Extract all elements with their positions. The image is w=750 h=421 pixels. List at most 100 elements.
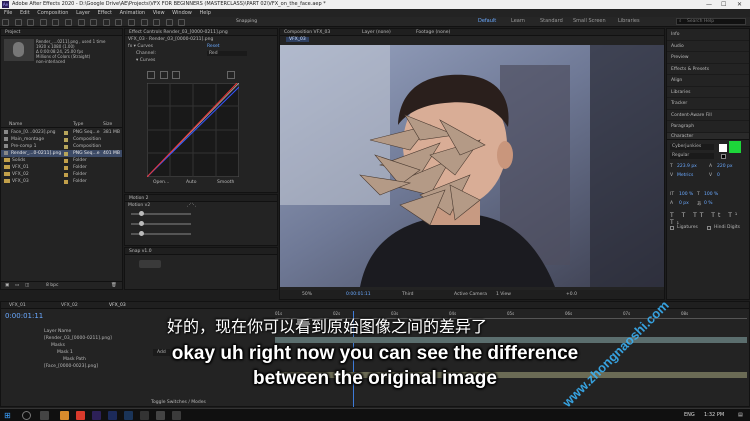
view-layout-select[interactable]: 1 View [496,290,511,299]
type-tool-icon[interactable] [115,18,123,26]
after-effects-taskbar-icon[interactable] [92,411,101,420]
snap-tab[interactable]: Snap v1.0 [125,248,277,255]
new-composition-icon[interactable]: ◫ [25,282,29,290]
workspace-small-screen[interactable]: Small Screen [573,18,606,24]
selection-tool-icon[interactable] [14,18,22,26]
project-item[interactable]: Pre-comp 1 Composition [1,143,122,150]
right-panel-effects-presets[interactable]: Effects & Presets [667,64,749,75]
workspace-libraries[interactable]: Libraries [618,18,640,24]
right-panel-preview[interactable]: Preview [667,52,749,64]
comp-current-time[interactable]: 0:00:01:11 [346,290,371,299]
clock[interactable]: 1:32 PM [704,412,724,418]
workspace-default[interactable]: Default [478,18,496,24]
hand-tool-icon[interactable] [27,18,35,26]
workspace-standard[interactable]: Standard [540,18,563,24]
menu-help[interactable]: Help [199,10,210,16]
hindi-digits-checkbox[interactable] [707,225,711,230]
toggle-switches-modes[interactable]: Toggle Switches / Modes [151,400,206,405]
motion-slider-2[interactable] [139,221,144,226]
tsume-value[interactable]: 0 % [704,201,713,206]
close-button[interactable]: ✕ [737,0,742,9]
motion-slider-3[interactable] [139,231,144,236]
bezier-mode-icon[interactable] [159,71,168,79]
project-item[interactable]: VFX_01 Folder [1,164,122,171]
zoom-tool-icon[interactable] [39,18,47,26]
curves-auto-button[interactable]: Auto [186,180,196,185]
windows-start-icon[interactable]: ⊞ [4,411,13,420]
right-panel-info[interactable]: Info [667,29,749,41]
pan-behind-tool-icon[interactable] [90,18,98,26]
layer-viewer-tab[interactable]: Layer (none) [362,29,391,36]
ligatures-checkbox[interactable] [670,225,674,230]
menu-file[interactable]: File [4,10,12,16]
motion2-tab[interactable]: Motion 2 [125,195,277,202]
column-name[interactable]: Name [9,121,22,128]
premiere-taskbar-icon[interactable] [108,411,117,420]
channel-rgb-icon[interactable] [147,71,155,79]
notifications-icon[interactable]: ▤ [738,412,743,418]
menu-animation[interactable]: Animation [120,10,146,16]
menu-window[interactable]: Window [172,10,192,16]
roto-brush-tool-icon[interactable] [165,18,173,26]
font-size-value[interactable]: 223.9 px [677,164,697,169]
stroke-color-swatch[interactable] [729,140,741,153]
label-color-swatch[interactable] [64,130,68,135]
fill-color-swatch[interactable] [719,143,727,152]
project-item[interactable]: VFX_03 Folder [1,178,122,185]
curves-twirl-icon[interactable]: ▾ [128,58,140,63]
timeline-tab-vfx03[interactable]: VFX_03 [109,302,126,309]
snap-button[interactable] [139,260,161,268]
curves-open-button[interactable]: Open... [153,180,169,185]
dolly-tool-icon[interactable] [77,18,85,26]
tracking-value[interactable]: 0 [717,173,720,178]
right-panel-content-aware-fill[interactable]: Content-Aware Fill [667,110,749,121]
search-help-input[interactable]: ⌕ Search Help [676,18,746,25]
leading-value[interactable]: 220 px [717,164,733,169]
menu-layer[interactable]: Layer [76,10,90,16]
right-panel-tracker[interactable]: Tracker [667,98,749,110]
chrome-icon[interactable] [76,411,85,420]
black-swatch[interactable] [721,153,726,159]
timeline-tab-vfx01[interactable]: VFX_01 [9,302,26,309]
language-indicator[interactable]: ENG [684,412,695,418]
timeline-tab-vfx02[interactable]: VFX_02 [61,302,78,309]
font-family-select[interactable]: Cyberjunkies [670,143,714,150]
maximize-button[interactable]: ☐ [721,0,726,9]
pencil-mode-icon[interactable] [172,71,181,79]
brush-tool-icon[interactable] [127,18,135,26]
footage-viewer-tab[interactable]: Footage (none) [416,29,450,36]
app-taskbar-icon[interactable] [140,411,149,420]
minimize-button[interactable]: — [706,0,712,9]
column-type[interactable]: Type [73,121,83,128]
vertical-scale-value[interactable]: 100 % [679,192,693,197]
curves-smooth-button[interactable]: Smooth [217,180,234,185]
puppet-tool-icon[interactable] [178,18,186,26]
search-taskbar-icon[interactable] [22,411,31,420]
label-color-swatch[interactable] [64,172,68,177]
snapping-toggle[interactable]: Snapping [236,19,257,24]
label-color-swatch[interactable] [64,179,68,184]
faux-style-buttons[interactable]: T T TT Tt T¹ T₁ [670,212,749,226]
menu-view[interactable]: View [153,10,165,16]
project-item[interactable]: Render_...0-0211].png PNG Seq...e 401 MB [1,150,122,157]
composition-tab[interactable]: Composition VFX_03 [284,30,330,35]
resolution-select[interactable]: Third [402,290,413,299]
file-explorer-icon[interactable] [60,411,69,420]
right-panel-paragraph[interactable]: Paragraph [667,121,749,133]
project-item[interactable]: VFX_02 Folder [1,171,122,178]
character-tab[interactable]: Character [667,132,749,140]
reset-button[interactable]: Reset [207,43,220,50]
right-panel-align[interactable]: Align [667,75,749,87]
app-taskbar-icon[interactable] [156,411,165,420]
interpret-footage-icon[interactable]: ▣ [5,282,9,290]
motion-slider-1[interactable] [139,211,144,216]
right-panel-audio[interactable]: Audio [667,41,749,52]
photoshop-taskbar-icon[interactable] [124,411,133,420]
eraser-tool-icon[interactable] [153,18,161,26]
menu-effect[interactable]: Effect [98,10,112,16]
task-view-icon[interactable] [40,411,49,420]
comp-breadcrumb[interactable]: VFX_03 [286,37,309,42]
label-color-swatch[interactable] [64,137,68,142]
right-panel-libraries[interactable]: Libraries [667,87,749,98]
channel-select[interactable]: Red [207,51,247,56]
